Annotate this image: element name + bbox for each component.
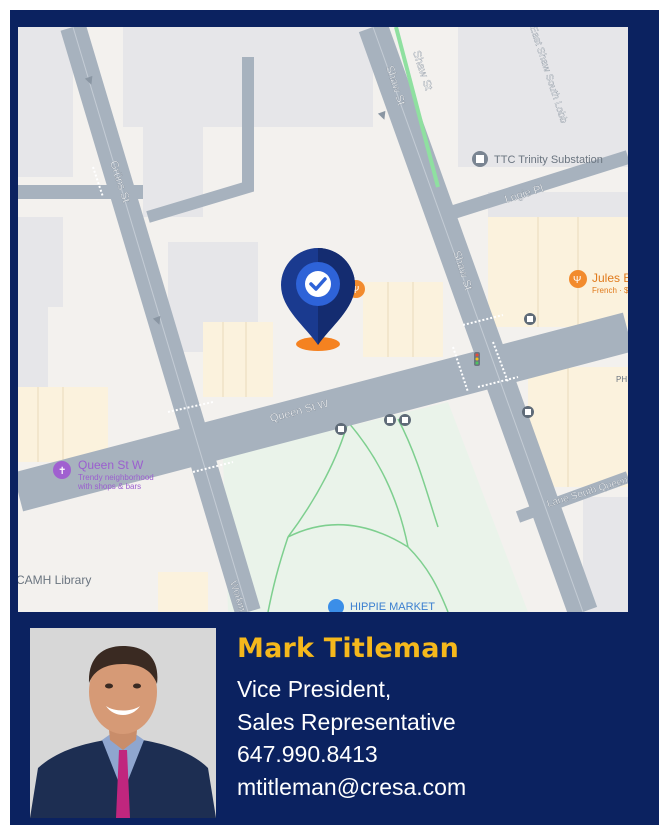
queen-st-w-poi-sub-1: Trendy neighborhood [78,473,154,482]
fork-knife-icon: Ψ [573,275,581,286]
ph-label: PH [616,375,627,384]
agent-name: Mark Titleman [237,633,460,664]
agent-email[interactable]: mtitleman@cresa.com [237,776,466,799]
queen-st-w-poi-label: Queen St W [78,458,144,472]
camh-library-label: CAMH Library [18,573,91,587]
agent-title-line-1: Vice President, [237,676,392,702]
ttc-substation-label: TTC Trinity Substation [494,154,603,166]
agent-phone[interactable]: 647.990.8413 [237,743,378,766]
agent-title-line-2: Sales Representative [237,709,456,735]
camh-library-poi[interactable]: CAMH Library [18,573,91,587]
jules-bistro-label: Jules Bist [592,271,628,285]
map-canvas[interactable]: Shaw St Shaw St Shaw St Grüns St Queen S… [18,27,628,612]
location-map[interactable]: Shaw St Shaw St Shaw St Grüns St Queen S… [18,27,628,612]
hippie-market-label: HIPPIE MARKET [350,601,435,612]
landmark-icon: ✝ [58,466,66,477]
jules-bistro-sub: French · $$ [592,286,628,295]
queen-st-w-poi-sub-2: with shops & bars [77,482,141,491]
traffic-light-icon [474,352,480,366]
agent-photo [30,628,216,818]
